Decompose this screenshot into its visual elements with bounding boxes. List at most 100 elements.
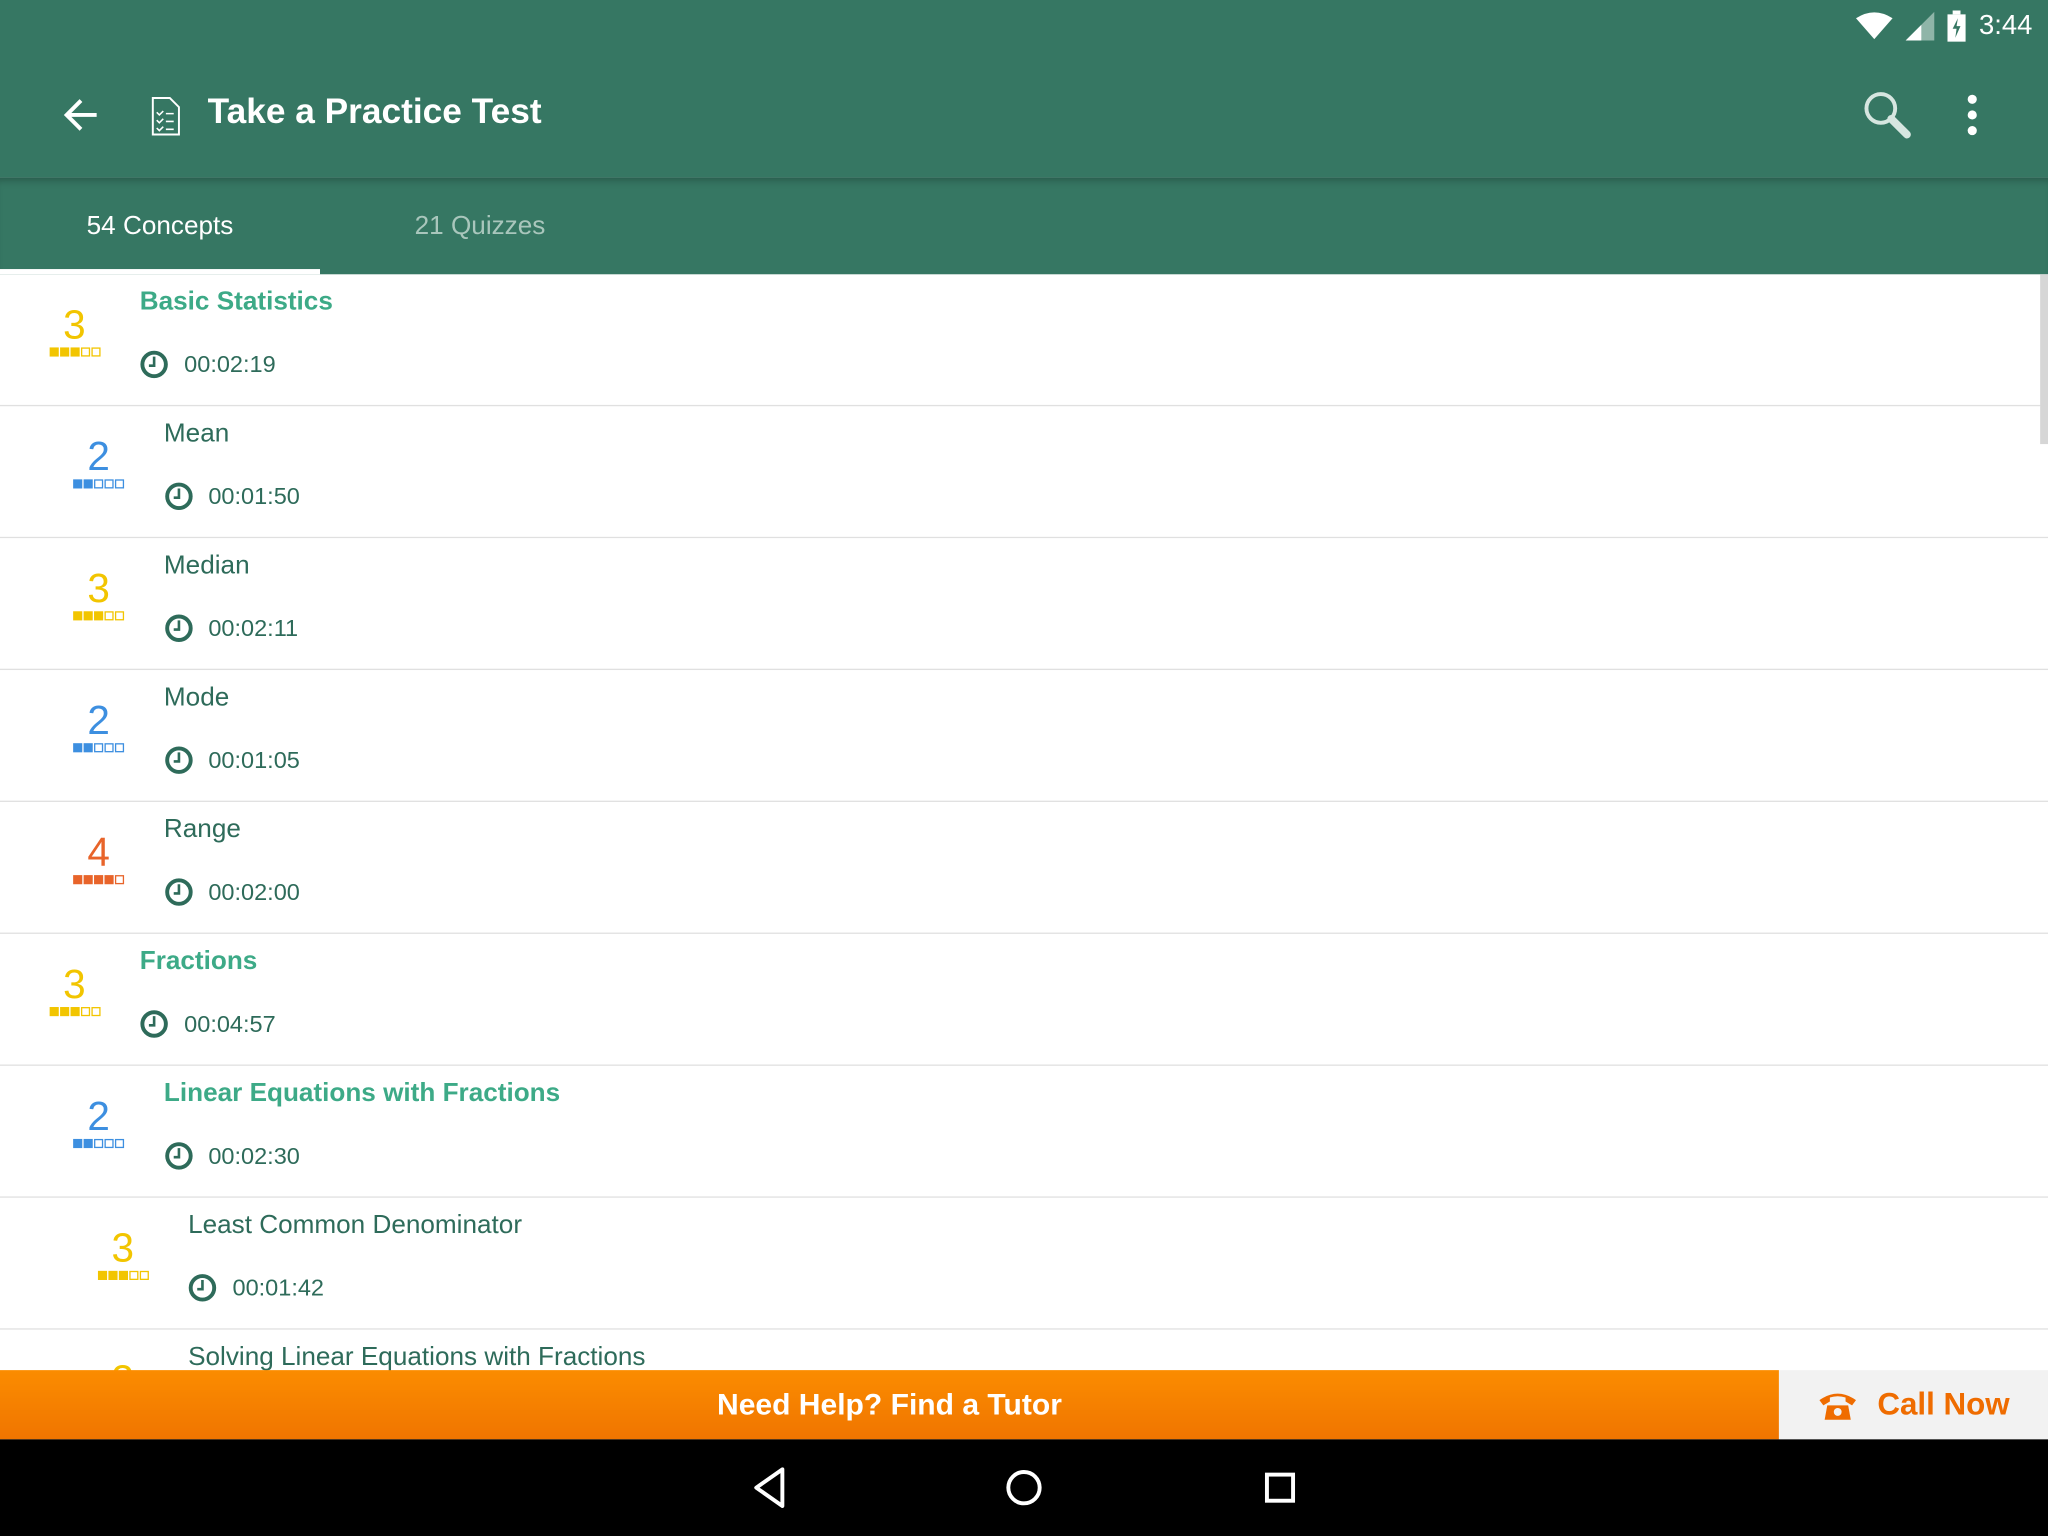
duration-text: 00:02:30 (208, 1142, 300, 1169)
clock: 3:44 (1978, 10, 2033, 41)
difficulty-bars (67, 479, 130, 489)
difficulty-level: 4 (87, 829, 110, 876)
duration-text: 00:01:42 (232, 1274, 325, 1301)
difficulty-square (104, 875, 114, 885)
difficulty-square (104, 479, 114, 489)
battery-charging-icon (1947, 10, 1966, 42)
clock-icon (164, 1142, 192, 1170)
difficulty-bars (91, 1270, 154, 1280)
more-vert-icon[interactable] (1957, 94, 1988, 136)
difficulty-square (83, 1138, 93, 1149)
difficulty-level: 3 (87, 565, 110, 612)
concept-name: Least Common Denominator (188, 1210, 523, 1240)
duration: 00:01:50 (164, 482, 300, 511)
concept-name: Basic Statistics (139, 287, 333, 317)
duration: 00:01:05 (164, 746, 300, 775)
difficulty-square (94, 611, 104, 621)
home-circle-icon[interactable] (1003, 1465, 1045, 1509)
recents-square-icon[interactable] (1259, 1465, 1301, 1509)
difficulty-badge: 3 (43, 962, 106, 1017)
difficulty-square (104, 1138, 114, 1149)
difficulty-square (83, 743, 93, 753)
difficulty-square (107, 1270, 117, 1280)
difficulty-bars (67, 743, 130, 753)
concept-name: Solving Linear Equations with Fractions (188, 1342, 646, 1372)
call-now-button[interactable]: Call Now (1778, 1370, 2048, 1440)
difficulty-bars (67, 1138, 130, 1149)
clock-icon (140, 1010, 168, 1038)
difficulty-square (83, 611, 93, 621)
back-arrow-icon[interactable] (57, 91, 104, 138)
duration-text: 00:01:05 (208, 746, 300, 773)
difficulty-level: 3 (111, 1225, 135, 1271)
difficulty-badge: 3 (91, 1226, 154, 1280)
clock-icon (140, 350, 168, 379)
list-item[interactable]: 3 Basic Statistics 00:02:19 (0, 274, 2048, 407)
difficulty-badge: 3 (67, 565, 130, 621)
list-item[interactable]: 2 Linear Equations with Fractions 00:02:30 (0, 1066, 2048, 1198)
difficulty-badge: 4 (67, 829, 130, 885)
scrollbar[interactable] (2040, 274, 2048, 445)
concept-name: Linear Equations with Fractions (163, 1078, 561, 1108)
tab-concepts[interactable]: 54 Concepts (0, 178, 320, 275)
difficulty-square (114, 875, 125, 885)
difficulty-bars (67, 611, 130, 621)
difficulty-bars (43, 347, 106, 357)
difficulty-square (69, 347, 80, 357)
signal-icon (1905, 11, 1935, 41)
difficulty-square (104, 743, 114, 753)
difficulty-badge: 2 (67, 433, 130, 489)
clock-icon (164, 746, 192, 774)
difficulty-square (94, 875, 104, 885)
difficulty-square (59, 1007, 69, 1017)
difficulty-square (94, 479, 104, 489)
difficulty-square (80, 347, 90, 357)
duration: 00:02:00 (164, 878, 300, 907)
difficulty-square (90, 1007, 100, 1017)
difficulty-square (80, 1007, 90, 1017)
difficulty-square (114, 479, 125, 489)
difficulty-level: 2 (87, 1093, 110, 1139)
tab-quizzes[interactable]: 21 Quizzes (320, 178, 640, 275)
list-item[interactable]: 2 Mean 00:01:50 (0, 406, 2048, 539)
back-triangle-icon[interactable] (750, 1465, 789, 1509)
phone-icon (1819, 1392, 1857, 1420)
difficulty-square (59, 347, 69, 357)
list-item[interactable]: 3 Fractions 00:04:57 (0, 934, 2048, 1066)
clock-icon (164, 878, 192, 906)
difficulty-level: 2 (87, 433, 110, 480)
search-icon[interactable] (1861, 89, 1913, 141)
list-item[interactable]: 3 Median 00:02:11 (0, 538, 2048, 671)
list-item[interactable]: 4 Range 00:02:00 (0, 802, 2048, 934)
concept-name: Mean (163, 419, 230, 448)
duration: 00:04:57 (140, 1010, 276, 1039)
difficulty-square (97, 1270, 107, 1280)
duration: 00:02:19 (140, 350, 276, 379)
difficulty-square (73, 611, 83, 621)
page-title: Take a Practice Test (207, 91, 542, 131)
list-item[interactable]: 2 Mode 00:01:05 (0, 670, 2048, 802)
find-tutor-button[interactable]: Need Help? Find a Tutor (0, 1370, 1779, 1440)
duration: 00:02:30 (164, 1142, 300, 1171)
difficulty-square (114, 611, 125, 621)
duration-text: 00:04:57 (184, 1010, 276, 1037)
duration-text: 00:02:19 (184, 350, 276, 377)
difficulty-square (90, 347, 100, 357)
difficulty-square (69, 1007, 80, 1017)
difficulty-square (73, 1138, 83, 1149)
duration: 00:02:11 (164, 614, 298, 643)
checklist-document-icon (151, 96, 180, 136)
difficulty-badge: 3 (43, 302, 106, 357)
concept-name: Mode (163, 683, 230, 712)
difficulty-square (83, 479, 93, 489)
difficulty-square (94, 1138, 104, 1149)
concept-name: Median (163, 551, 250, 580)
difficulty-square (83, 875, 93, 885)
difficulty-level: 2 (87, 697, 110, 744)
difficulty-square (48, 347, 59, 357)
screen: 3:44 Take a Practice Test 54 Concepts 21… (0, 0, 2048, 1536)
duration-text: 00:02:11 (208, 614, 299, 641)
difficulty-square (73, 479, 83, 489)
difficulty-bars (43, 1007, 106, 1017)
list-item[interactable]: 3 Least Common Denominator 00:01:42 (0, 1198, 2048, 1330)
